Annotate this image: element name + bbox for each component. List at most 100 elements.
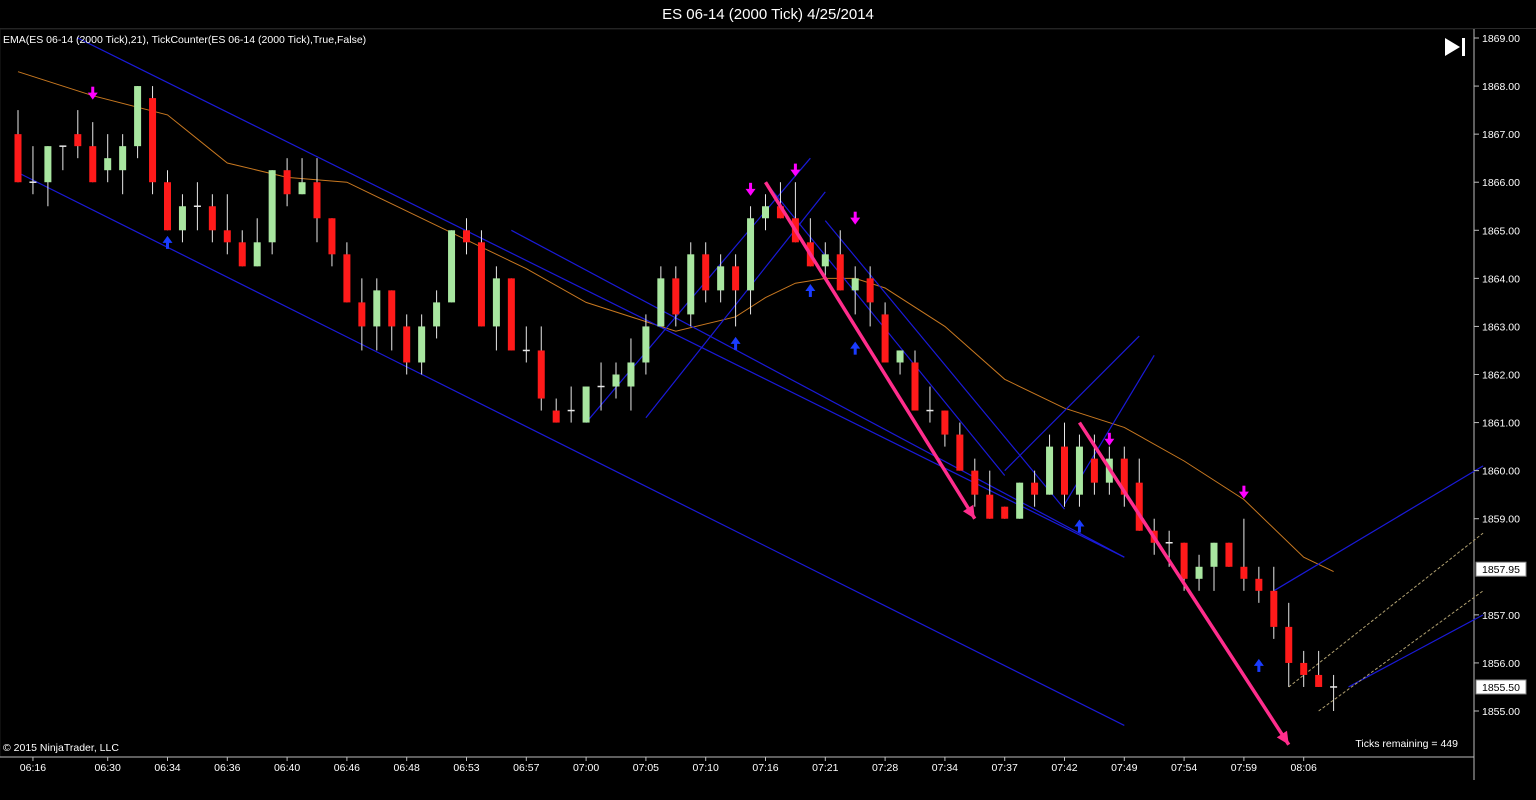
time-tick-label: 06:57 xyxy=(513,762,539,774)
candle-body xyxy=(896,350,904,363)
candle-body xyxy=(866,278,874,303)
candle-body xyxy=(477,242,485,327)
time-tick-label: 06:34 xyxy=(154,762,180,774)
candle-body xyxy=(1061,446,1068,495)
price-tick-label: 1863.00 xyxy=(1482,321,1520,333)
plot-area[interactable] xyxy=(0,28,1475,758)
candle-body xyxy=(313,182,321,219)
price-tick-label: 1860.00 xyxy=(1482,466,1520,478)
time-tick-label: 07:54 xyxy=(1171,762,1197,774)
price-tick-label: 1866.00 xyxy=(1482,177,1520,189)
candle-body xyxy=(119,146,127,171)
time-tick-label: 06:16 xyxy=(20,762,46,774)
candle-body xyxy=(881,314,889,363)
candle-body xyxy=(851,278,859,291)
price-tick-label: 1867.00 xyxy=(1482,129,1520,141)
candle-body xyxy=(672,278,680,315)
candle-body xyxy=(1240,566,1248,579)
price-tick-label: 1861.00 xyxy=(1482,418,1520,430)
candle-body xyxy=(328,218,336,255)
candle-body xyxy=(1031,482,1039,495)
chart-canvas[interactable]: 1869.00 1868.00 1867.00 1866.00 1865.00 1864.… xyxy=(0,0,1536,800)
copyright-label: © 2015 NinjaTrader, LLC xyxy=(3,742,119,754)
candle-body xyxy=(74,134,82,147)
price-marker: 1857.95 xyxy=(1475,561,1527,577)
candle[interactable] xyxy=(1001,506,1009,519)
candle-body xyxy=(1225,542,1233,567)
time-tick-label: 07:59 xyxy=(1231,762,1257,774)
candle[interactable] xyxy=(448,230,456,303)
candle-body xyxy=(1300,662,1308,675)
price-tick-label: 1865.00 xyxy=(1482,225,1520,237)
time-tick-label: 07:28 xyxy=(872,762,898,774)
candle-body xyxy=(298,182,306,195)
candle-body xyxy=(612,374,620,387)
candle[interactable] xyxy=(687,242,695,327)
candle-body xyxy=(1075,446,1083,495)
price-tick-label: 1869.00 xyxy=(1482,33,1520,45)
candle-body xyxy=(717,266,725,291)
time-tick-label: 07:34 xyxy=(932,762,958,774)
candle-body xyxy=(627,362,635,387)
price-marker-label: 1855.50 xyxy=(1482,682,1520,694)
candle-body xyxy=(747,218,755,291)
candle-body xyxy=(642,326,650,363)
time-tick-label: 06:48 xyxy=(394,762,420,774)
candle-body xyxy=(433,302,441,327)
candle-body xyxy=(1255,578,1263,591)
candle-body xyxy=(911,362,919,411)
candle-body xyxy=(223,230,231,243)
candle-body xyxy=(268,170,276,243)
price-tick-label: 1864.00 xyxy=(1482,273,1520,285)
candle-body xyxy=(1270,590,1278,627)
candle-body xyxy=(582,386,590,423)
candle-body xyxy=(1001,506,1009,519)
price-tick-label: 1859.00 xyxy=(1482,514,1520,526)
candle-body xyxy=(537,350,545,399)
candle-body xyxy=(1210,542,1218,567)
candle-body xyxy=(1315,674,1323,687)
price-tick-label: 1856.00 xyxy=(1482,658,1520,670)
candle[interactable] xyxy=(268,170,276,255)
candle-body xyxy=(388,290,396,327)
candle[interactable] xyxy=(1225,542,1233,567)
candle-body xyxy=(1195,566,1203,579)
candle-body xyxy=(1180,542,1188,579)
candle-body xyxy=(956,434,964,471)
time-tick-label: 07:10 xyxy=(693,762,719,774)
time-tick-label: 07:49 xyxy=(1111,762,1137,774)
time-tick-label: 06:53 xyxy=(453,762,479,774)
candle[interactable] xyxy=(582,386,590,423)
candle-body xyxy=(238,242,246,267)
candle[interactable] xyxy=(507,278,515,351)
time-tick-label: 06:30 xyxy=(95,762,121,774)
ticks-remaining-label: Ticks remaining = 449 xyxy=(1355,738,1458,750)
time-tick-label: 07:00 xyxy=(573,762,599,774)
price-tick-label: 1862.00 xyxy=(1482,370,1520,382)
time-tick-label: 07:37 xyxy=(992,762,1018,774)
time-tick-label: 07:21 xyxy=(812,762,838,774)
candle-body xyxy=(687,254,695,315)
candle-body xyxy=(821,254,829,267)
candle-body xyxy=(358,302,366,327)
candle-body xyxy=(1090,458,1098,483)
candle-body xyxy=(552,410,560,423)
price-tick-label: 1868.00 xyxy=(1482,81,1520,93)
price-tick-label: 1855.00 xyxy=(1482,706,1520,718)
price-axis[interactable]: 1869.00 1868.00 1867.00 1866.00 1865.00 1864.… xyxy=(1474,33,1527,718)
candle[interactable] xyxy=(477,230,485,327)
candle-body xyxy=(836,254,844,291)
candle[interactable] xyxy=(149,86,157,195)
candle-body xyxy=(178,206,186,231)
candle[interactable] xyxy=(1016,482,1024,519)
candle-body xyxy=(507,278,515,351)
candle-body xyxy=(14,134,22,183)
candle-body xyxy=(343,254,351,303)
candle-body xyxy=(1016,482,1024,519)
candle-body xyxy=(149,98,157,183)
candle-body xyxy=(702,254,710,291)
candle-body xyxy=(208,206,216,231)
candle-body xyxy=(463,230,470,243)
time-axis[interactable]: 06:16 06:30 06:34 06:36 06:40 06:46 06:48 06:53… xyxy=(20,757,1317,774)
candle-body xyxy=(762,206,769,219)
